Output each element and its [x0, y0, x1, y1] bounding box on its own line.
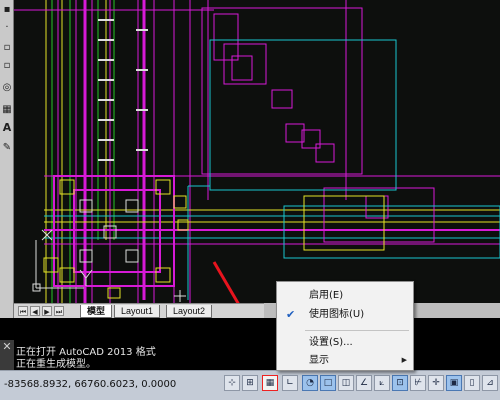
- dynamic-ucs-icon[interactable]: ⟀: [374, 375, 390, 391]
- grid-display-icon[interactable]: ▦: [262, 375, 278, 391]
- tab-model[interactable]: 模型: [80, 305, 113, 318]
- first-tab-button[interactable]: ⏮: [18, 306, 28, 316]
- menu-separator: [305, 330, 409, 331]
- drawing-canvas[interactable]: [14, 0, 500, 359]
- command-line-close-icon[interactable]: ✕: [0, 340, 14, 370]
- menu-item-enable[interactable]: 启用(E): [278, 286, 413, 305]
- rotate-tool-icon[interactable]: ◎: [1, 82, 13, 94]
- menu-item-use-icons[interactable]: ✔ 使用图标(U): [278, 305, 413, 324]
- 3d-object-snap-icon[interactable]: ◫: [338, 375, 354, 391]
- menu-item-display[interactable]: 显示 ▶: [278, 351, 413, 370]
- command-history-line: 正在打开 AutoCAD 2013 格式: [16, 347, 156, 358]
- tab-layout1[interactable]: Layout1: [114, 305, 161, 318]
- checkmark-icon: ✔: [286, 308, 296, 321]
- lineweight-icon[interactable]: ⊬: [410, 375, 426, 391]
- annotation-monitor-icon[interactable]: ⊿: [482, 375, 498, 391]
- transparency-icon[interactable]: ✛: [428, 375, 444, 391]
- polar-tracking-icon[interactable]: ◔: [302, 375, 318, 391]
- object-snap-tracking-icon[interactable]: ∠: [356, 375, 372, 391]
- mirror-tool-icon[interactable]: ▫: [1, 60, 13, 72]
- last-tab-button[interactable]: ⏭: [54, 306, 64, 316]
- prev-tab-button[interactable]: ◀: [30, 306, 40, 316]
- command-line: ✕ 正在打开 AutoCAD 2013 格式 正在重生成模型。: [0, 318, 500, 370]
- menu-item-label: 使用图标(U): [309, 309, 365, 320]
- object-snap-icon[interactable]: □: [320, 375, 336, 391]
- grid-context-menu: 启用(E) ✔ 使用图标(U) 设置(S)... 显示 ▶: [276, 281, 414, 371]
- next-tab-button[interactable]: ▶: [42, 306, 52, 316]
- layout-tab-bar: ⏮ ◀ ▶ ⏭ 模型 Layout1 Layout2: [14, 303, 264, 318]
- dynamic-input-icon[interactable]: ⊡: [392, 375, 408, 391]
- status-bar: -83568.8932, 66760.6023, 0.0000 ⊹ ⊞ ▦ ∟ …: [0, 370, 500, 400]
- menu-item-label: 设置(S)...: [309, 337, 353, 348]
- menu-item-label: 启用(E): [309, 290, 344, 301]
- infer-constraints-icon[interactable]: ⊹: [224, 375, 240, 391]
- text-tool-icon[interactable]: A: [1, 122, 13, 134]
- erase-tool-icon[interactable]: ▪: [1, 4, 13, 16]
- copy-tool-icon[interactable]: ▫: [1, 42, 13, 54]
- coordinate-readout[interactable]: -83568.8932, 66760.6023, 0.0000: [4, 379, 176, 390]
- menu-item-label: 显示: [309, 355, 329, 366]
- point-tool-icon[interactable]: ·: [1, 22, 13, 34]
- paint-tool-icon[interactable]: ✎: [1, 142, 13, 154]
- snap-mode-icon[interactable]: ⊞: [242, 375, 258, 391]
- table-tool-icon[interactable]: ▦: [1, 104, 13, 116]
- cad-drawing: [14, 0, 500, 359]
- quick-properties-icon[interactable]: ▣: [446, 375, 462, 391]
- selection-cycling-icon[interactable]: ▯: [464, 375, 480, 391]
- autocad-window: ▪ · ▫ ▫ ◎ ▦ A ✎ ⏮ ◀ ▶ ⏭ 模型 Layout1 Layou…: [0, 0, 500, 400]
- menu-item-settings[interactable]: 设置(S)...: [278, 333, 413, 352]
- ortho-mode-icon[interactable]: ∟: [282, 375, 298, 391]
- submenu-arrow-icon: ▶: [401, 356, 407, 364]
- tab-layout2[interactable]: Layout2: [166, 305, 213, 318]
- left-toolbar: ▪ · ▫ ▫ ◎ ▦ A ✎: [0, 0, 14, 318]
